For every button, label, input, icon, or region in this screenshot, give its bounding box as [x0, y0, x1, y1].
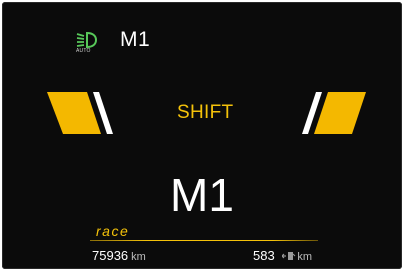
auto-lamp-label: AUTO: [76, 48, 91, 54]
footer-divider: [90, 240, 318, 241]
instrument-display: AUTO M1 SHIFT M1 race 75936 km 583 km: [2, 2, 402, 269]
auto-headlight-icon: [76, 31, 98, 49]
range-value: 583: [253, 248, 275, 263]
shift-right-indicator-icon: [302, 92, 366, 134]
odometer-unit: km: [131, 251, 146, 263]
gear-mode-display: M1: [170, 169, 234, 221]
odometer: 75936 km: [92, 248, 146, 263]
shift-prompt: SHIFT: [177, 102, 234, 123]
drive-style-label: race: [96, 223, 130, 239]
drive-mode-indicator: M1: [120, 28, 151, 51]
fuel-range: 583 km: [253, 248, 312, 263]
shift-left-indicator-icon: [47, 92, 113, 134]
range-unit: km: [297, 251, 312, 263]
fuel-range-icon: [282, 252, 296, 260]
odometer-value: 75936: [92, 248, 129, 263]
